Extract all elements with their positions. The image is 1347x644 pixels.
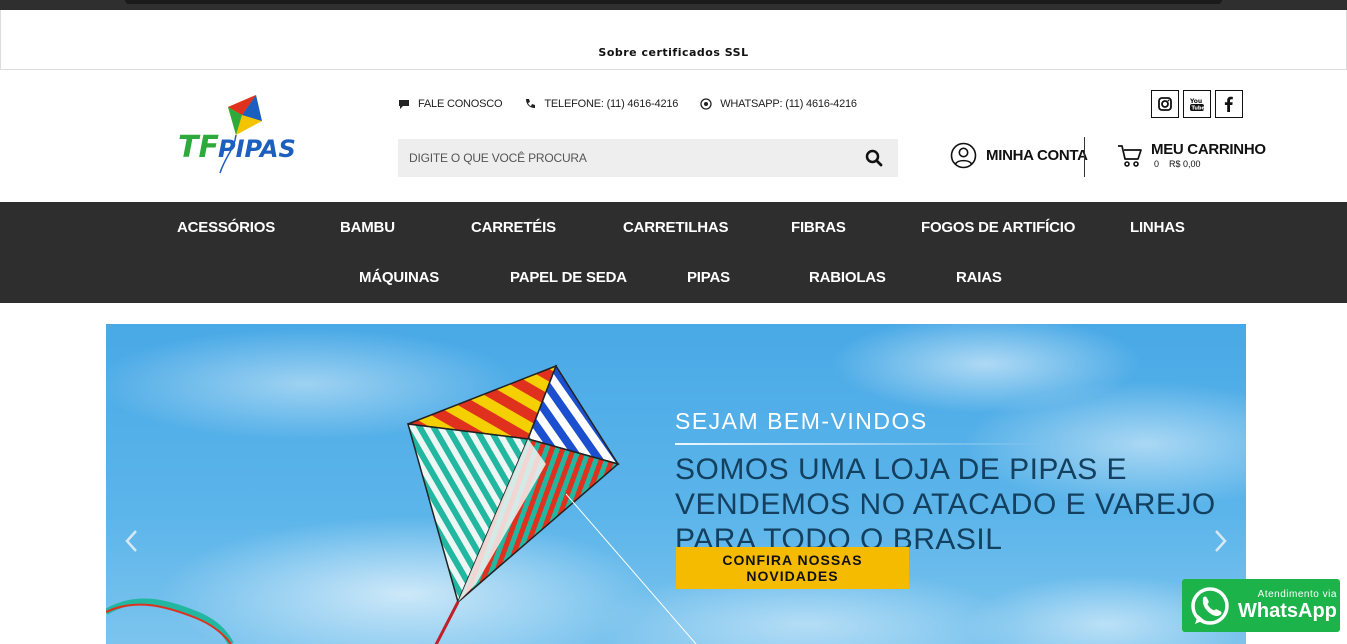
- nav-item-carreteis[interactable]: CARRETÉIS: [471, 219, 556, 236]
- account-label: MINHA CONTA: [986, 147, 1088, 164]
- nav-item-linhas[interactable]: LINHAS: [1130, 219, 1185, 236]
- cart-link[interactable]: MEU CARRINHO 0 R$ 0,00: [1117, 142, 1266, 169]
- whatsapp-widget-big: WhatsApp: [1238, 600, 1337, 622]
- nav-item-rabiolas[interactable]: RABIOLAS: [809, 269, 886, 286]
- phone-icon: [526, 99, 536, 108]
- whatsapp-icon: [700, 98, 712, 110]
- youtube-icon: YouTube: [1189, 98, 1206, 112]
- search-input[interactable]: [398, 139, 850, 177]
- svg-text:You: You: [1189, 98, 1202, 105]
- contact-bar: FALE CONOSCO TELEFONE: (11) 4616-4216 WH…: [398, 98, 857, 110]
- category-nav: ACESSÓRIOS BAMBU CARRETÉIS CARRETILHAS F…: [0, 202, 1347, 303]
- facebook-icon: [1224, 96, 1233, 112]
- instagram-link[interactable]: [1151, 90, 1179, 118]
- svg-text:TF: TF: [178, 130, 219, 165]
- site-header: TF PIPAS FALE CONOSCO TELEFONE: (11) 461…: [0, 70, 1347, 202]
- whatsapp-logo-icon: [1191, 586, 1229, 625]
- hero-welcome: SEJAM BEM-VINDOS: [675, 408, 928, 434]
- cart-icon: [1118, 145, 1142, 167]
- hero-cta-button[interactable]: CONFIRA NOSSAS NOVIDADES: [676, 547, 909, 589]
- facebook-link[interactable]: [1215, 90, 1243, 118]
- header-divider: [1084, 137, 1085, 177]
- cart-total: R$ 0,00: [1169, 159, 1201, 169]
- nav-item-carretilhas[interactable]: CARRETILHAS: [623, 219, 729, 236]
- hero-divider: [675, 443, 1045, 445]
- nav-item-acessorios[interactable]: ACESSÓRIOS: [177, 219, 275, 236]
- nav-item-maquinas[interactable]: MÁQUINAS: [359, 269, 439, 286]
- contact-telefone[interactable]: TELEFONE: (11) 4616-4216: [524, 98, 678, 110]
- chat-icon: [399, 100, 409, 109]
- hero-banner: SEJAM BEM-VINDOS SOMOS UMA LOJA DE PIPAS…: [106, 324, 1246, 644]
- chevron-left-icon: [125, 530, 137, 552]
- instagram-icon: [1158, 97, 1172, 111]
- nav-item-bambu[interactable]: BAMBU: [340, 219, 395, 236]
- contact-whatsapp[interactable]: WHATSAPP: (11) 4616-4216: [700, 98, 857, 110]
- search-icon: [865, 149, 883, 167]
- hero-headline: SOMOS UMA LOJA DE PIPAS E VENDEMOS NO AT…: [675, 453, 1216, 556]
- nav-item-fogos[interactable]: FOGOS DE ARTIFÍCIO: [921, 219, 1075, 236]
- svg-text:Tube: Tube: [1192, 106, 1206, 112]
- account-link[interactable]: MINHA CONTA: [950, 142, 1088, 169]
- search-button[interactable]: [850, 139, 898, 177]
- cart-label: MEU CARRINHO: [1151, 141, 1266, 158]
- cart-count: 0: [1154, 159, 1160, 169]
- whatsapp-widget-small: Atendimento via: [1257, 589, 1337, 600]
- whatsapp-widget[interactable]: Atendimento via WhatsApp: [1182, 579, 1340, 632]
- kite-tail-image: [106, 598, 234, 644]
- nav-item-pipas[interactable]: PIPAS: [687, 269, 730, 286]
- contact-fale-conosco[interactable]: FALE CONOSCO: [398, 98, 503, 110]
- search-bar: [398, 139, 898, 177]
- nav-item-papel-de-seda[interactable]: PAPEL DE SEDA: [510, 269, 627, 286]
- ssl-link[interactable]: Sobre certificados SSL: [598, 46, 748, 59]
- site-logo[interactable]: TF PIPAS: [176, 95, 296, 177]
- nav-item-fibras[interactable]: FIBRAS: [791, 219, 846, 236]
- svg-text:PIPAS: PIPAS: [218, 135, 296, 163]
- user-icon: [950, 142, 977, 169]
- ssl-info-strip: Sobre certificados SSL: [0, 10, 1347, 70]
- slider-prev-button[interactable]: [122, 527, 142, 555]
- browser-top-bar: [0, 0, 1347, 10]
- youtube-link[interactable]: You Tube: [1183, 90, 1211, 118]
- nav-item-raias[interactable]: RAIAS: [956, 269, 1002, 286]
- social-links: You Tube: [1151, 90, 1243, 118]
